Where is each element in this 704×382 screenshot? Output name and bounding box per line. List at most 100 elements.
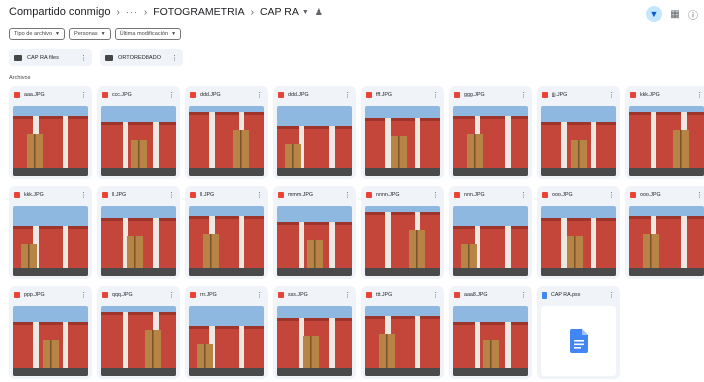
file-card[interactable]: ggg.JPG ⋮ bbox=[449, 86, 532, 179]
file-name: kkk.JPG bbox=[24, 192, 44, 198]
file-name: sss.JPG bbox=[288, 292, 308, 298]
file-thumbnail bbox=[189, 206, 264, 276]
filter-toggle-icon[interactable]: ▼ bbox=[646, 6, 662, 22]
folder-item[interactable]: ORTORED8ADO ⋮ bbox=[100, 49, 183, 66]
file-card[interactable]: ccc.JPG ⋮ bbox=[97, 86, 180, 179]
more-options-icon[interactable]: ⋮ bbox=[520, 91, 527, 99]
file-card[interactable]: ooo.JPG ⋮ bbox=[625, 186, 704, 279]
image-file-icon bbox=[454, 192, 460, 198]
file-card[interactable]: jjj.JPG ⋮ bbox=[537, 86, 620, 179]
file-card[interactable]: kkk.JPG ⋮ bbox=[9, 186, 92, 279]
filter-chips: Tipo de archivo ▼ Personas ▼ Última modifi… bbox=[9, 28, 182, 40]
file-card[interactable]: mmm.JPG ⋮ bbox=[273, 186, 356, 279]
more-options-icon[interactable]: ⋮ bbox=[80, 54, 87, 62]
folder-icon bbox=[105, 54, 113, 61]
filter-chip-file-type[interactable]: Tipo de archivo ▼ bbox=[9, 28, 65, 40]
grid-view-icon[interactable]: ▦ bbox=[670, 9, 680, 20]
file-name: ttt.JPG bbox=[376, 292, 393, 298]
more-options-icon[interactable]: ⋮ bbox=[432, 91, 439, 99]
filter-chip-label: Tipo de archivo bbox=[14, 31, 53, 37]
more-options-icon[interactable]: ⋮ bbox=[344, 91, 351, 99]
chevron-down-icon[interactable]: ▼ bbox=[302, 9, 309, 16]
file-card[interactable]: ooo.JPG ⋮ bbox=[537, 186, 620, 279]
file-card[interactable]: qqq.JPG ⋮ bbox=[97, 286, 180, 379]
file-card[interactable]: aaa.JPG ⋮ bbox=[9, 86, 92, 179]
file-card-header: ooo.JPG ⋮ bbox=[625, 186, 704, 204]
image-file-icon bbox=[278, 292, 284, 298]
more-options-icon[interactable]: ⋮ bbox=[432, 291, 439, 299]
more-options-icon[interactable]: ⋮ bbox=[344, 291, 351, 299]
file-card[interactable]: ll.JPG ⋮ bbox=[185, 186, 268, 279]
file-card-header: jjj.JPG ⋮ bbox=[537, 86, 620, 104]
image-file-icon bbox=[14, 192, 20, 198]
file-card[interactable]: sss.JPG ⋮ bbox=[273, 286, 356, 379]
more-options-icon[interactable]: ⋮ bbox=[696, 191, 703, 199]
more-options-icon[interactable]: ⋮ bbox=[432, 191, 439, 199]
chevron-down-icon: ▼ bbox=[55, 31, 60, 37]
filter-chip-modified[interactable]: Última modificación ▼ bbox=[114, 28, 182, 40]
more-options-icon[interactable]: ⋮ bbox=[80, 291, 87, 299]
more-options-icon[interactable]: ⋮ bbox=[168, 191, 175, 199]
photo-thumbnail bbox=[101, 206, 176, 276]
image-file-icon bbox=[14, 92, 20, 98]
breadcrumb-current-folder[interactable]: CAP RA bbox=[260, 6, 299, 18]
more-options-icon[interactable]: ⋮ bbox=[256, 291, 263, 299]
file-card[interactable]: ddd.JPG ⋮ bbox=[273, 86, 356, 179]
file-name: ll.JPG bbox=[112, 192, 127, 198]
file-thumbnail bbox=[13, 306, 88, 376]
folder-icon bbox=[14, 54, 22, 61]
image-file-icon bbox=[542, 192, 548, 198]
more-options-icon[interactable]: ⋮ bbox=[171, 54, 178, 62]
file-name: ddd.JPG bbox=[200, 92, 221, 98]
more-options-icon[interactable]: ⋮ bbox=[608, 91, 615, 99]
more-options-icon[interactable]: ⋮ bbox=[256, 191, 263, 199]
more-options-icon[interactable]: ⋮ bbox=[168, 291, 175, 299]
file-card[interactable]: ttt.JPG ⋮ bbox=[361, 286, 444, 379]
file-card[interactable]: kkk.JPG ⋮ bbox=[625, 86, 704, 179]
photo-thumbnail bbox=[453, 106, 528, 176]
file-thumbnail bbox=[13, 106, 88, 176]
file-card[interactable]: ppp.JPG ⋮ bbox=[9, 286, 92, 379]
image-file-icon bbox=[454, 92, 460, 98]
file-card-header: kkk.JPG ⋮ bbox=[9, 186, 92, 204]
more-options-icon[interactable]: ⋮ bbox=[608, 291, 615, 299]
file-thumbnail bbox=[189, 106, 264, 176]
file-card[interactable]: ddd.JPG ⋮ bbox=[185, 86, 268, 179]
breadcrumb-overflow[interactable]: ··· bbox=[126, 7, 138, 17]
view-toolbar: ▼ ▦ ⓘ bbox=[646, 6, 698, 22]
file-name: ooo.JPG bbox=[640, 192, 661, 198]
file-card[interactable]: fff.JPG ⋮ bbox=[361, 86, 444, 179]
file-card[interactable]: nnn.JPG ⋮ bbox=[449, 186, 532, 279]
filter-chip-people[interactable]: Personas ▼ bbox=[69, 28, 111, 40]
file-card[interactable]: aaa8.JPG ⋮ bbox=[449, 286, 532, 379]
photo-thumbnail bbox=[101, 106, 176, 176]
file-name: ppp.JPG bbox=[24, 292, 45, 298]
more-options-icon[interactable]: ⋮ bbox=[80, 91, 87, 99]
photo-thumbnail bbox=[629, 106, 704, 176]
file-card[interactable]: CAP RA.psx ⋮ bbox=[537, 286, 620, 379]
photo-thumbnail bbox=[453, 306, 528, 376]
more-options-icon[interactable]: ⋮ bbox=[520, 291, 527, 299]
file-card[interactable]: rrr.JPG ⋮ bbox=[185, 286, 268, 379]
info-icon[interactable]: ⓘ bbox=[688, 7, 698, 22]
file-card[interactable]: ll.JPG ⋮ bbox=[97, 186, 180, 279]
shared-people-icon[interactable]: ♟ bbox=[315, 7, 323, 18]
more-options-icon[interactable]: ⋮ bbox=[80, 191, 87, 199]
breadcrumb-fotogrametria[interactable]: FOTOGRAMETRIA bbox=[153, 6, 244, 18]
more-options-icon[interactable]: ⋮ bbox=[608, 191, 615, 199]
more-options-icon[interactable]: ⋮ bbox=[256, 91, 263, 99]
more-options-icon[interactable]: ⋮ bbox=[696, 91, 703, 99]
file-card-header: kkk.JPG ⋮ bbox=[625, 86, 704, 104]
file-name: qqq.JPG bbox=[112, 292, 133, 298]
more-options-icon[interactable]: ⋮ bbox=[344, 191, 351, 199]
file-name: ggg.JPG bbox=[464, 92, 485, 98]
file-card-header: ll.JPG ⋮ bbox=[97, 186, 180, 204]
file-card[interactable]: nnnn.JPG ⋮ bbox=[361, 186, 444, 279]
file-thumbnail bbox=[453, 106, 528, 176]
folder-item[interactable]: CAP RA files ⋮ bbox=[9, 49, 92, 66]
breadcrumb-shared-with-me[interactable]: Compartido conmigo bbox=[9, 6, 111, 18]
document-icon bbox=[542, 291, 547, 299]
file-thumbnail bbox=[101, 106, 176, 176]
more-options-icon[interactable]: ⋮ bbox=[168, 91, 175, 99]
more-options-icon[interactable]: ⋮ bbox=[520, 191, 527, 199]
